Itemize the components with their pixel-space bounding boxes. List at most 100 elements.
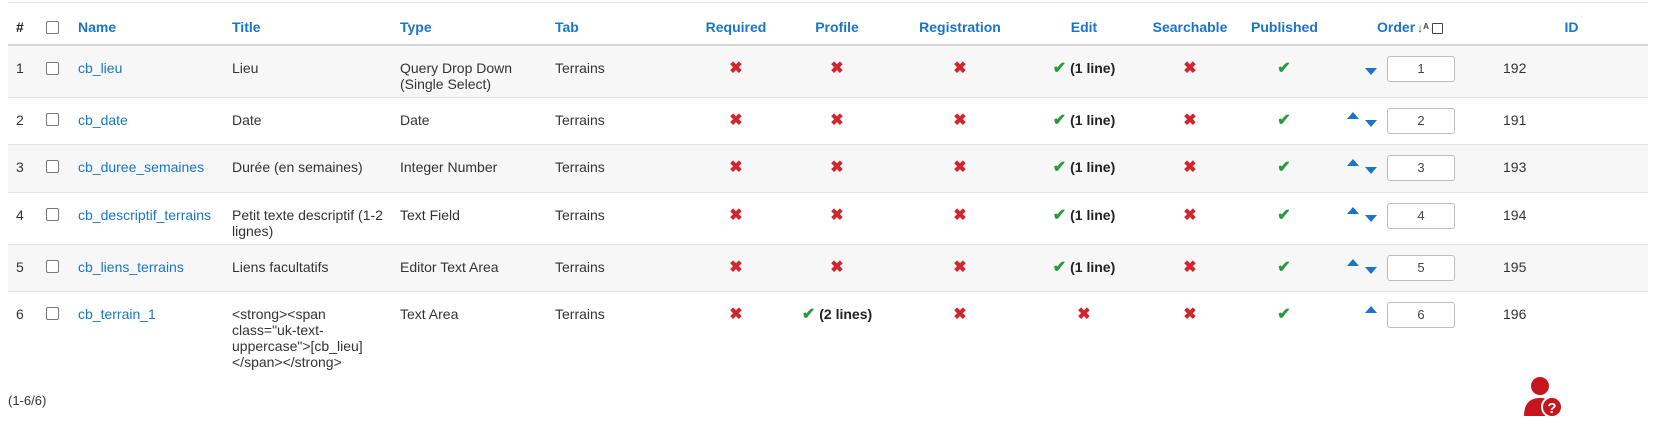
required-cross-icon[interactable]: ✖: [729, 207, 742, 224]
sort-order-icon[interactable]: ↓ᴬ: [1417, 21, 1429, 35]
order-input[interactable]: 2: [1387, 107, 1455, 134]
help-user-icon[interactable]: ?: [1522, 376, 1562, 418]
field-name-link[interactable]: cb_descriptif_terrains: [78, 207, 211, 223]
profile-lines-note: (2 lines): [819, 305, 873, 322]
move-down-icon[interactable]: [1365, 266, 1377, 274]
move-up-icon[interactable]: [1365, 305, 1377, 313]
sort-profile-link[interactable]: Profile: [815, 19, 859, 35]
required-cross-icon[interactable]: ✖: [729, 259, 742, 276]
col-edit: Edit: [1031, 10, 1137, 46]
required-cross-icon[interactable]: ✖: [729, 112, 742, 129]
sort-edit-link[interactable]: Edit: [1071, 19, 1097, 35]
field-name-link[interactable]: cb_date: [78, 112, 128, 128]
edit-check-icon[interactable]: ✔: [1053, 159, 1066, 176]
registration-cross-icon[interactable]: ✖: [953, 61, 966, 77]
row-edit-cell: ✔ (1 line): [1031, 97, 1137, 145]
registration-cross-icon[interactable]: ✖: [953, 112, 966, 129]
field-name-link[interactable]: cb_terrain_1: [78, 306, 156, 322]
row-checkbox[interactable]: [46, 208, 59, 222]
move-up-icon[interactable]: [1347, 258, 1359, 266]
sort-id-link[interactable]: ID: [1565, 19, 1579, 35]
col-name: Name: [70, 10, 224, 46]
sort-published-link[interactable]: Published: [1251, 19, 1318, 35]
published-check-icon[interactable]: ✔: [1277, 61, 1290, 77]
row-required-cell: ✖: [687, 291, 785, 370]
order-input[interactable]: 4: [1387, 202, 1455, 229]
registration-cross-icon[interactable]: ✖: [953, 259, 966, 276]
registration-cross-icon[interactable]: ✖: [953, 306, 966, 323]
profile-check-icon[interactable]: ✔: [802, 306, 815, 323]
order-arrows: [1333, 111, 1377, 128]
profile-cross-icon[interactable]: ✖: [830, 61, 843, 77]
published-check-icon[interactable]: ✔: [1277, 159, 1290, 176]
edit-check-icon[interactable]: ✔: [1053, 61, 1066, 77]
profile-cross-icon[interactable]: ✖: [830, 112, 843, 129]
sort-type-link[interactable]: Type: [400, 19, 432, 35]
searchable-cross-icon[interactable]: ✖: [1183, 112, 1196, 129]
pagination-counter: (1-6/6): [8, 393, 47, 408]
move-up-icon[interactable]: [1347, 158, 1359, 166]
row-order-cell: 5: [1325, 244, 1495, 292]
field-name-link[interactable]: cb_lieu: [78, 60, 122, 76]
edit-check-icon[interactable]: ✔: [1053, 112, 1066, 129]
select-all-checkbox[interactable]: [46, 20, 59, 34]
move-down-icon[interactable]: [1365, 119, 1377, 127]
row-select-cell: [38, 45, 70, 98]
searchable-cross-icon[interactable]: ✖: [1183, 61, 1196, 77]
published-check-icon[interactable]: ✔: [1277, 259, 1290, 276]
searchable-cross-icon[interactable]: ✖: [1183, 306, 1196, 323]
row-select-cell: [38, 144, 70, 193]
row-name-cell: cb_liens_terrains: [70, 244, 224, 292]
required-cross-icon[interactable]: ✖: [729, 159, 742, 176]
move-down-icon[interactable]: [1365, 68, 1377, 75]
profile-cross-icon[interactable]: ✖: [830, 159, 843, 176]
registration-cross-icon[interactable]: ✖: [953, 159, 966, 176]
sort-title-link[interactable]: Title: [232, 19, 261, 35]
row-number: 1: [8, 45, 38, 98]
profile-cross-icon[interactable]: ✖: [830, 259, 843, 276]
row-profile-cell: ✖: [785, 97, 889, 145]
field-name-link[interactable]: cb_liens_terrains: [78, 259, 184, 275]
registration-cross-icon[interactable]: ✖: [953, 207, 966, 224]
edit-check-icon[interactable]: ✔: [1053, 207, 1066, 224]
move-down-icon[interactable]: [1365, 166, 1377, 174]
sort-required-link[interactable]: Required: [706, 19, 767, 35]
row-checkbox[interactable]: [46, 113, 59, 127]
row-registration-cell: ✖: [889, 144, 1031, 193]
field-name-link[interactable]: cb_duree_semaines: [78, 159, 204, 175]
order-input[interactable]: 5: [1387, 254, 1455, 281]
sort-searchable-link[interactable]: Searchable: [1153, 19, 1228, 35]
published-check-icon[interactable]: ✔: [1277, 112, 1290, 129]
sort-name-link[interactable]: Name: [78, 19, 116, 35]
move-up-icon[interactable]: [1347, 111, 1359, 119]
sort-registration-link[interactable]: Registration: [919, 19, 1001, 35]
profile-cross-icon[interactable]: ✖: [830, 207, 843, 224]
published-check-icon[interactable]: ✔: [1277, 306, 1290, 323]
searchable-cross-icon[interactable]: ✖: [1183, 207, 1196, 224]
row-number: 3: [8, 144, 38, 193]
edit-check-icon[interactable]: ✔: [1053, 259, 1066, 276]
col-title: Title: [224, 10, 392, 46]
move-up-icon[interactable]: [1347, 206, 1359, 214]
row-checkbox[interactable]: [46, 260, 59, 274]
row-select-cell: [38, 97, 70, 145]
row-profile-cell: ✖: [785, 244, 889, 292]
move-down-icon[interactable]: [1365, 214, 1377, 222]
save-order-icon[interactable]: [1431, 22, 1443, 34]
sort-order-link[interactable]: Order: [1377, 19, 1415, 35]
sort-tab-link[interactable]: Tab: [555, 19, 579, 35]
searchable-cross-icon[interactable]: ✖: [1183, 259, 1196, 276]
required-cross-icon[interactable]: ✖: [729, 61, 742, 77]
order-input[interactable]: 1: [1387, 56, 1455, 82]
row-checkbox[interactable]: [46, 61, 59, 75]
row-title: Date: [224, 97, 392, 145]
row-checkbox[interactable]: [46, 160, 59, 174]
order-input[interactable]: 3: [1387, 154, 1455, 181]
order-input[interactable]: 6: [1387, 301, 1455, 328]
row-checkbox[interactable]: [46, 307, 59, 321]
required-cross-icon[interactable]: ✖: [729, 306, 742, 323]
fields-table: # Name Title Type Tab Required Profile R…: [8, 10, 1648, 370]
searchable-cross-icon[interactable]: ✖: [1183, 159, 1196, 176]
published-check-icon[interactable]: ✔: [1277, 207, 1290, 224]
edit-cross-icon[interactable]: ✖: [1077, 306, 1090, 323]
